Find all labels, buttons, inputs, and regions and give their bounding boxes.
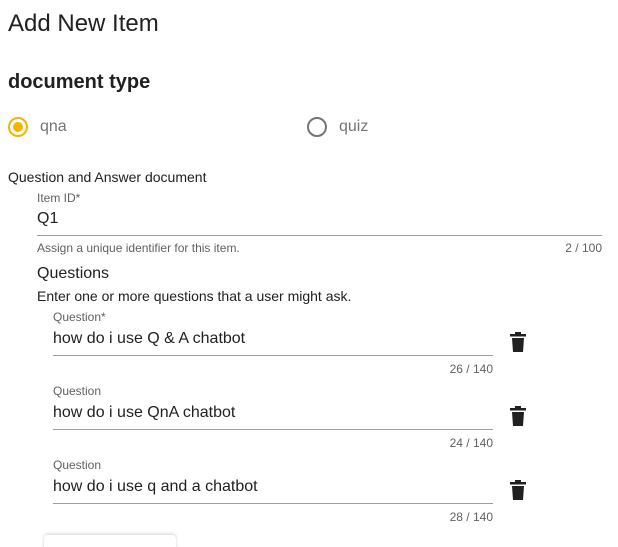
page-title: Add New Item	[8, 10, 159, 37]
question-counter: 26 / 140	[449, 362, 493, 376]
question-field: Question how do i use q and a chatbot 28…	[53, 458, 523, 524]
trash-icon-graphic	[510, 480, 526, 500]
question-field: Question how do i use QnA chatbot 24 / 1…	[53, 384, 523, 450]
trash-icon-graphic	[510, 406, 526, 426]
question-underline	[53, 503, 493, 504]
question-input[interactable]: how do i use Q & A chatbot	[53, 330, 245, 348]
item-id-label: Item ID*	[37, 191, 81, 205]
questions-heading: Questions	[37, 265, 110, 282]
question-label: Question*	[53, 310, 106, 324]
add-item-page: Add New Item document type qna quiz Ques…	[0, 0, 618, 547]
question-label: Question	[53, 384, 102, 398]
radio-qna[interactable]: qna	[8, 115, 67, 139]
questions-help-text: Enter one or more questions that a user …	[37, 288, 352, 304]
radio-quiz[interactable]: quiz	[307, 115, 368, 139]
item-id-field: Item ID* Q1 Assign a unique identifier f…	[37, 191, 602, 257]
radio-selected-icon	[8, 117, 28, 137]
question-field: Question* how do i use Q & A chatbot 26 …	[53, 310, 523, 376]
document-type-radio-group: qna quiz	[8, 115, 608, 139]
radio-quiz-label: quiz	[339, 118, 369, 135]
item-id-hint: Assign a unique identifier for this item…	[37, 241, 240, 255]
trash-icon[interactable]	[506, 330, 530, 354]
add-question-button[interactable]	[44, 535, 176, 547]
document-type-description: Question and Answer document	[8, 169, 207, 185]
question-label: Question	[53, 458, 102, 472]
question-input[interactable]: how do i use q and a chatbot	[53, 478, 258, 496]
question-underline	[53, 429, 493, 430]
radio-qna-label: qna	[40, 118, 67, 135]
trash-icon[interactable]	[506, 404, 530, 428]
question-underline	[53, 355, 493, 356]
document-type-heading: document type	[8, 71, 151, 93]
question-counter: 24 / 140	[449, 436, 493, 450]
radio-unselected-icon	[307, 117, 327, 137]
item-id-input[interactable]: Q1	[37, 210, 58, 228]
item-id-counter: 2 / 100	[565, 241, 602, 255]
trash-icon-graphic	[510, 332, 526, 352]
trash-icon[interactable]	[506, 478, 530, 502]
question-counter: 28 / 140	[449, 510, 493, 524]
item-id-underline	[37, 235, 602, 236]
question-input[interactable]: how do i use QnA chatbot	[53, 404, 235, 422]
